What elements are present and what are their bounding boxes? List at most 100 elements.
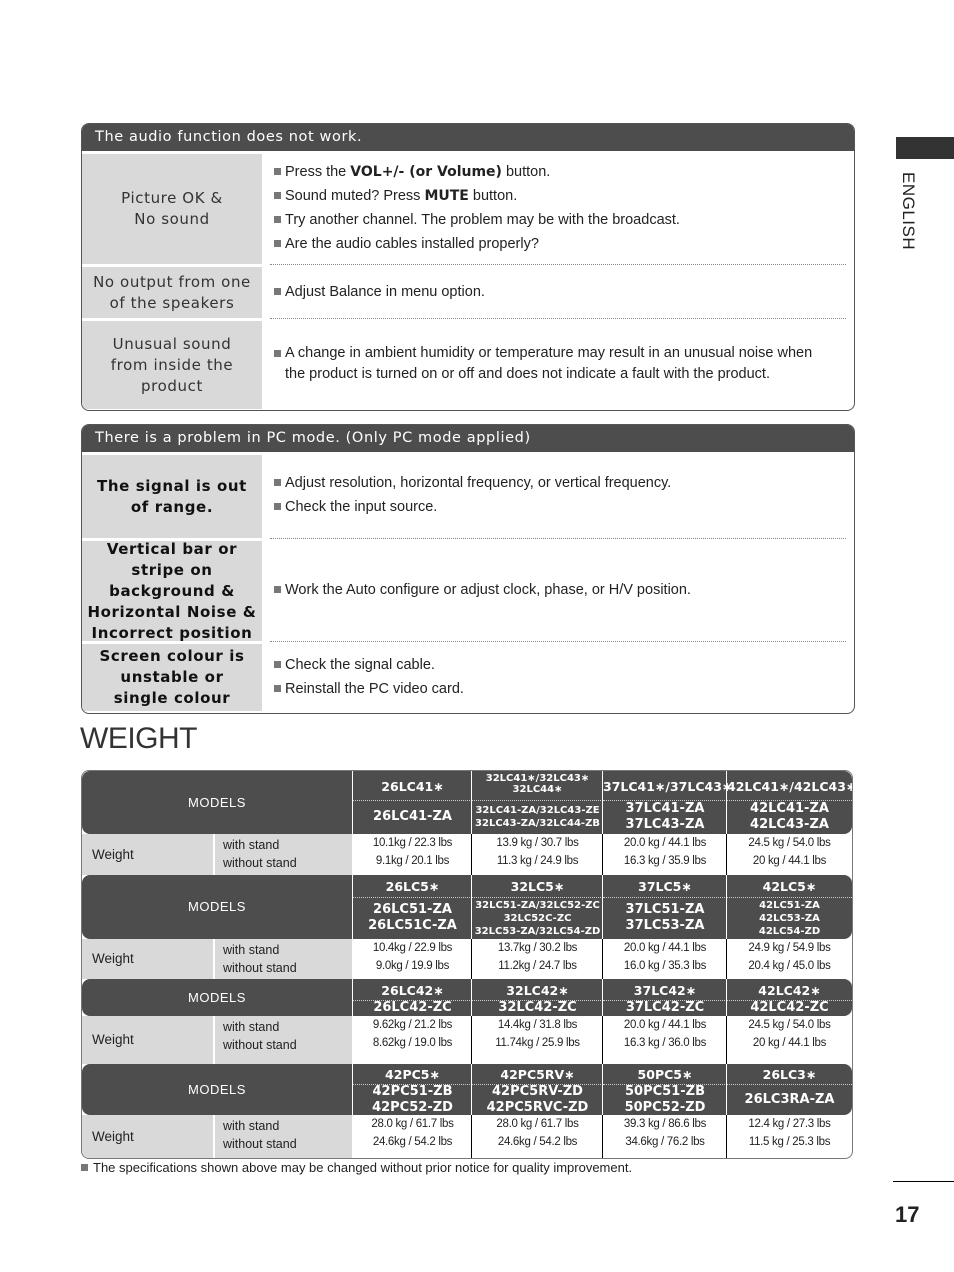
bullet-square-icon <box>274 479 281 486</box>
solution-list: Work the Auto configure or adjust clock,… <box>270 538 846 641</box>
model-series: 50PC5∗ <box>603 1066 727 1085</box>
without-stand-label: without stand <box>223 1137 297 1151</box>
model-series: 37LC5∗ <box>603 877 727 898</box>
bullet-square-icon <box>274 586 281 593</box>
solution-continuation: the product is turned on or off and does… <box>285 366 770 382</box>
model-variant: 32LC53-ZA/32LC54-ZD <box>474 925 601 937</box>
model-series: 26LC42∗ <box>353 981 472 1001</box>
model-variants: 42LC51-ZA 42LC53-ZA 42LC54-ZD <box>727 899 852 937</box>
with-stand-label: with stand <box>223 1020 280 1034</box>
models-label: MODELS <box>188 990 246 1005</box>
weight-with-stand: 24.9 kg / 54.9 lbs <box>748 942 831 954</box>
model-variant: 42LC53-ZA <box>759 912 820 924</box>
model-series: 26LC5∗ <box>353 877 472 898</box>
model-variant: 42LC51-ZA <box>759 899 820 911</box>
stand-labels: with stand without stand <box>215 834 352 875</box>
weight-without-stand: 9.1kg / 20.1 lbs <box>375 855 450 867</box>
solution-list: Check the signal cable. Reinstall the PC… <box>270 641 846 711</box>
bullet-square-icon <box>274 191 281 199</box>
solution-item: Work the Auto configure or adjust clock,… <box>274 578 838 602</box>
weight-with-stand: 9.62kg / 21.2 lbs <box>372 1019 453 1031</box>
weight-without-stand: 24.6kg / 54.2 lbs <box>372 1136 453 1148</box>
model-variants: 26LC3RA-ZA <box>727 1086 852 1113</box>
model-variants: 26LC42-ZC <box>353 1000 472 1015</box>
solution-list: A change in ambient humidity or temperat… <box>270 318 846 409</box>
bullet-square-icon <box>274 684 281 692</box>
weight-without-stand: 16.3 kg / 35.9 lbs <box>623 855 707 867</box>
model-variant: 26LC51C-ZA <box>368 918 457 933</box>
weight-table: MODELS 26LC41∗ 26LC41-ZA 10.1kg / 22.3 lbs 9… <box>81 770 853 1159</box>
model-variant: 50PC51-ZB <box>625 1083 705 1099</box>
with-stand-label: with stand <box>223 943 280 957</box>
solution-item: Sound muted? Press MUTE button. <box>274 184 846 208</box>
model-variant: 42LC43-ZA <box>750 817 829 832</box>
page-number-rule <box>893 1181 954 1182</box>
bullet-square-icon <box>274 287 281 295</box>
problem-label: Picture OK & No sound <box>82 151 262 264</box>
bullet-square-icon <box>274 239 281 247</box>
solution-item: Try another channel. The problem may be … <box>274 208 846 232</box>
model-variant: 37LC41-ZA <box>625 801 705 816</box>
solution-item: Press the VOL+/- (or Volume) button. <box>274 160 846 184</box>
model-variant: 37LC43-ZA <box>625 817 705 832</box>
solution-item: Check the signal cable. <box>274 653 838 677</box>
model-variants: 32LC41-ZA/32LC43-ZE 32LC43-ZA/32LC44-ZB <box>472 802 603 832</box>
weight-with-stand: 13.9 kg / 30.7 lbs <box>496 837 579 849</box>
bullet-square-icon <box>274 350 281 357</box>
page-number: 17 <box>895 1202 920 1227</box>
solution-item: Adjust Balance in menu option. <box>274 280 838 304</box>
solution-list: Adjust Balance in menu option. <box>270 264 846 318</box>
model-series: 42LC5∗ <box>727 877 852 898</box>
model-variant: 26LC42-ZC <box>373 1000 452 1015</box>
weight-without-stand: 11.2kg / 24.7 lbs <box>498 960 577 972</box>
solution-item: A change in ambient humidity or temperat… <box>274 343 838 364</box>
model-variant: 32LC42-ZC <box>498 1000 577 1015</box>
model-variant: 42LC54-ZD <box>758 925 821 937</box>
solution-item: Check the input source. <box>274 495 846 519</box>
model-variants: 37LC42-ZC <box>603 1000 727 1015</box>
with-stand-label: with stand <box>223 1119 280 1133</box>
audio-troubleshooting-panel: The audio function does not work. Pictur… <box>81 123 855 411</box>
model-variants: 32LC42-ZC <box>472 1000 603 1015</box>
without-stand-label: without stand <box>223 856 297 870</box>
model-series: 37LC42∗ <box>603 981 727 1001</box>
language-label: ENGLISH <box>899 172 918 251</box>
model-series: 32LC41∗/32LC43∗ 32LC44∗ <box>472 773 603 801</box>
problem-row: Picture OK & No sound Press the VOL+/- (… <box>82 151 854 264</box>
model-series: 42LC41∗/42LC43∗ <box>727 773 852 801</box>
stand-labels: with stand without stand <box>215 1115 352 1158</box>
model-variants: 37LC51-ZA 37LC53-ZA <box>603 899 727 937</box>
bullet-square-icon <box>81 1164 88 1171</box>
model-variant: 32LC52C-ZC <box>503 912 572 924</box>
model-variant: 50PC52-ZD <box>624 1099 706 1115</box>
models-label: MODELS <box>188 899 246 914</box>
model-variant: 26LC3RA-ZA <box>744 1091 835 1107</box>
language-tab-marker <box>896 137 954 159</box>
with-stand-label: with stand <box>223 838 280 852</box>
solution-list: Press the VOL+/- (or Volume) button. Sou… <box>262 151 854 264</box>
without-stand-label: without stand <box>223 1038 297 1052</box>
bullet-square-icon <box>274 167 281 175</box>
weight-label: Weight <box>82 1016 213 1064</box>
model-variant: 37LC51-ZA <box>625 902 705 917</box>
weight-with-stand: 28.0 kg / 61.7 lbs <box>496 1118 579 1130</box>
panel-title: There is a problem in PC mode. (Only PC … <box>82 425 854 452</box>
weight-label: Weight <box>82 834 213 875</box>
model-series: 26LC3∗ <box>727 1066 852 1085</box>
footnote: The specifications shown above may be ch… <box>81 1160 632 1175</box>
weight-with-stand: 20.0 kg / 44.1 lbs <box>623 942 707 954</box>
weight-with-stand: 10.4kg / 22.9 lbs <box>372 942 453 954</box>
model-variants: 42PC5RV-ZD 42PC5RVC-ZD <box>472 1084 603 1115</box>
weight-with-stand: 20.0 kg / 44.1 lbs <box>623 1019 707 1031</box>
problem-row: Unusual sound from inside the product A … <box>82 318 854 409</box>
problem-label: Unusual sound from inside the product <box>82 318 262 409</box>
weight-with-stand: 28.0 kg / 61.7 lbs <box>371 1118 454 1130</box>
model-variants: 26LC51-ZA 26LC51C-ZA <box>353 899 472 937</box>
problem-row: Vertical bar or stripe on background & H… <box>82 538 854 642</box>
weight-without-stand: 16.0 kg / 35.3 lbs <box>623 960 707 972</box>
model-variant: 42PC5RVC-ZD <box>486 1099 589 1115</box>
model-variants: 32LC51-ZA/32LC52-ZC 32LC52C-ZC 32LC53-ZA/3… <box>472 899 603 937</box>
problem-row: No output from one of the speakers Adjus… <box>82 264 854 318</box>
weight-with-stand: 39.3 kg / 86.6 lbs <box>623 1118 707 1130</box>
weight-without-stand: 9.0kg / 19.9 lbs <box>375 960 450 972</box>
